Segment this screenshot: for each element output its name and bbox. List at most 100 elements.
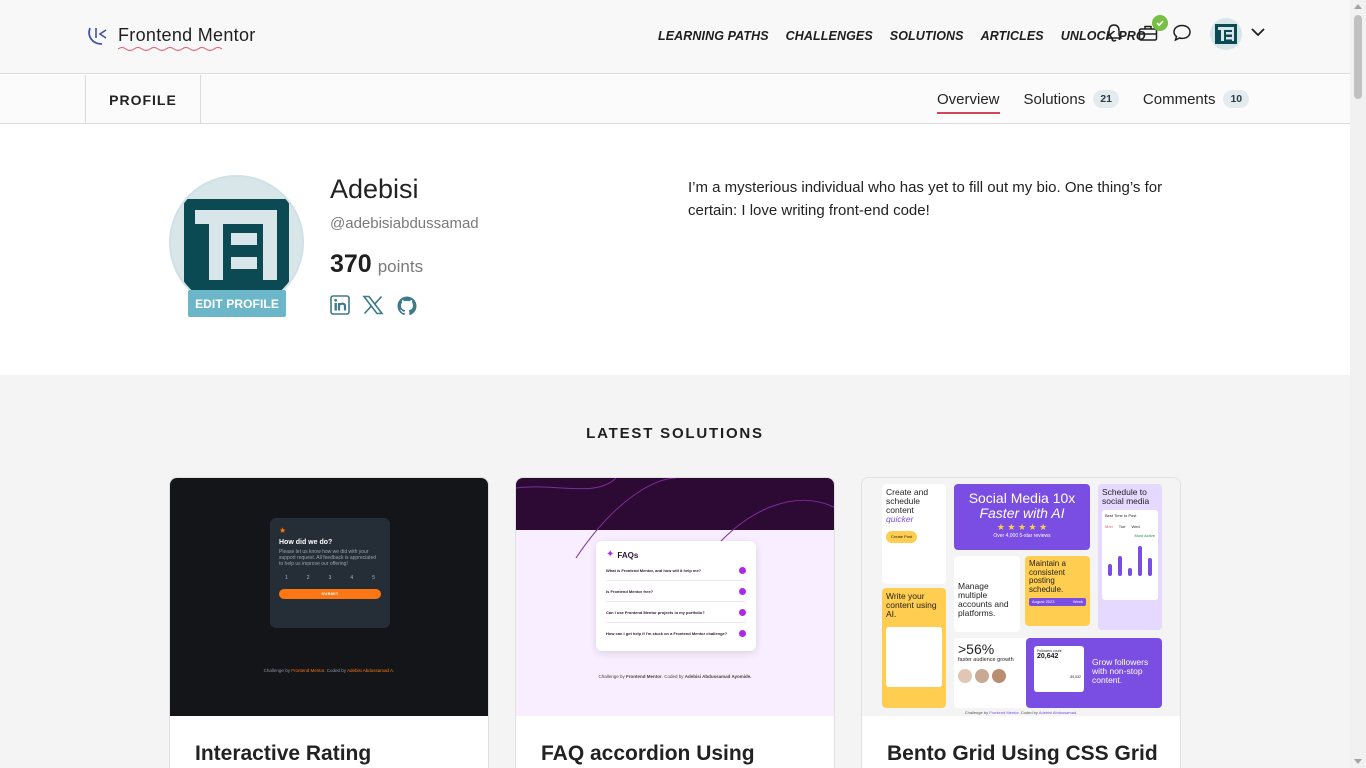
bento-schedule-cell: Schedule to social media Best Time to Po… bbox=[1098, 484, 1162, 630]
scroll-up-icon[interactable] bbox=[1354, 4, 1362, 9]
rating-preview-text: Please let us know how we did with your … bbox=[279, 549, 377, 567]
bento-hero-cell: Social Media 10x Faster with AI ★ ★ ★ ★ … bbox=[954, 484, 1090, 550]
nav-articles[interactable]: ARTICLES bbox=[981, 29, 1044, 43]
card-thumbnail: Create and schedule content quicker Crea… bbox=[862, 478, 1180, 716]
bento-best-time: Best Time to Post bbox=[1105, 513, 1137, 518]
plus-icon bbox=[739, 567, 746, 574]
avatar[interactable] bbox=[1210, 18, 1242, 50]
rating-number: 4 bbox=[350, 575, 354, 581]
plus-icon bbox=[739, 609, 746, 616]
nav-solutions[interactable]: SOLUTIONS bbox=[890, 29, 964, 43]
comments-count-badge: 10 bbox=[1223, 90, 1250, 108]
top-navbar: Frontend Mentor LEARNING PATHS CHALLENGE… bbox=[0, 0, 1350, 74]
credit-brand: Frontend Mentor bbox=[989, 710, 1019, 715]
chevron-down-icon[interactable] bbox=[1251, 27, 1265, 37]
main-nav: LEARNING PATHS CHALLENGES SOLUTIONS ARTI… bbox=[658, 29, 1146, 43]
avatar bbox=[992, 669, 1006, 683]
credit-author: Adebisi Abdussamad Ayomide. bbox=[684, 674, 752, 679]
logo[interactable]: Frontend Mentor bbox=[86, 22, 256, 51]
bento-write-preview bbox=[886, 627, 942, 687]
bento-write-text: Write your content using AI. bbox=[886, 591, 937, 619]
avatar bbox=[958, 669, 972, 683]
card-title[interactable]: Interactive Rating bbox=[195, 742, 371, 766]
faq-credit: Challenge by Frontend Mentor. Coded by A… bbox=[516, 674, 834, 679]
bento-credit: Challenge by Frontend Mentor. Coded by A… bbox=[862, 710, 1180, 715]
profile-subnav: PROFILE Overview Solutions 21 Comments 1… bbox=[0, 75, 1350, 124]
avatar bbox=[975, 669, 989, 683]
rating-number: 5 bbox=[372, 575, 375, 581]
bento-calendar-bar: August 2023 Week bbox=[1029, 598, 1086, 606]
latest-solutions-section: LATEST SOLUTIONS ★ How did we do? Please… bbox=[0, 375, 1350, 768]
bento-calendar-month: August 2023 bbox=[1032, 599, 1055, 604]
solution-card-bento[interactable]: Create and schedule content quicker Crea… bbox=[861, 477, 1181, 768]
nav-learning-paths[interactable]: LEARNING PATHS bbox=[658, 29, 769, 43]
bento-create-cell: Create and schedule content quicker Crea… bbox=[882, 484, 946, 584]
star-icon: ★ bbox=[279, 526, 287, 535]
github-icon[interactable] bbox=[396, 295, 418, 322]
faq-preview-header: ✦ FAQs bbox=[606, 550, 746, 560]
subnav-tabs: Overview Solutions 21 Comments 10 bbox=[937, 90, 1273, 114]
tab-comments[interactable]: Comments 10 bbox=[1142, 90, 1250, 108]
card-title[interactable]: FAQ accordion Using bbox=[541, 742, 755, 766]
credit-prefix: Challenge by bbox=[964, 710, 989, 715]
x-icon[interactable] bbox=[362, 295, 384, 322]
bento-hero-line2: Faster with AI bbox=[979, 505, 1065, 521]
card-title[interactable]: Bento Grid Using CSS Grid bbox=[887, 742, 1158, 766]
avatar-logo-icon bbox=[1215, 24, 1237, 44]
solution-card-rating[interactable]: ★ How did we do? Please let us know how … bbox=[169, 477, 489, 768]
credit-author: Adebisi Abdussamad A. bbox=[347, 668, 395, 673]
credit-mid: . Coded by bbox=[324, 668, 347, 673]
scroll-thumb[interactable] bbox=[1354, 15, 1362, 99]
solutions-count-badge: 21 bbox=[1093, 90, 1119, 108]
solution-card-faq[interactable]: ✦ FAQs What is Frontend Mentor, and how … bbox=[515, 477, 835, 768]
briefcase-icon[interactable] bbox=[1137, 15, 1168, 44]
social-links bbox=[330, 295, 418, 322]
faq-question: Can I use Frontend Mentor projects in my… bbox=[606, 609, 746, 623]
credit-brand: Frontend Mentor bbox=[626, 674, 662, 679]
tab-comments-label: Comments bbox=[1142, 90, 1216, 108]
bento-manage-text: Manage multiple accounts and platforms. bbox=[958, 581, 1009, 618]
tab-solutions[interactable]: Solutions 21 bbox=[1024, 90, 1119, 108]
bento-bars-icon bbox=[1108, 546, 1152, 576]
chat-icon[interactable] bbox=[1171, 22, 1193, 44]
bento-day: Mon bbox=[1105, 524, 1113, 529]
tab-solutions-label: Solutions bbox=[1023, 90, 1086, 108]
rating-number: 2 bbox=[306, 575, 310, 581]
edit-profile-button[interactable]: EDIT PROFILE bbox=[188, 290, 286, 317]
plus-icon bbox=[739, 588, 746, 595]
bento-manage-spacer bbox=[958, 560, 1016, 582]
bento-maintain-text: Maintain a consistent posting schedule. bbox=[1029, 559, 1066, 594]
credit-prefix: Challenge by bbox=[263, 668, 290, 673]
bento-hero-reviews: Over 4,000 5-star reviews bbox=[993, 533, 1051, 539]
scroll-down-icon[interactable] bbox=[1354, 759, 1362, 764]
logo-text: Frontend Mentor bbox=[118, 24, 256, 45]
credit-mid: . Coded by bbox=[1018, 710, 1038, 715]
faq-question-text: What is Frontend Mentor, and how will it… bbox=[606, 568, 702, 573]
faq-preview: ✦ FAQs What is Frontend Mentor, and how … bbox=[596, 541, 756, 651]
bento-hero-line1: Social Media 10x bbox=[968, 490, 1076, 506]
rating-submit-preview: SUBMIT bbox=[279, 589, 381, 599]
profile-bio: I’m a mysterious individual who has yet … bbox=[688, 179, 1163, 219]
rating-numbers: 1 2 3 4 5 bbox=[279, 575, 381, 581]
scrollbar[interactable] bbox=[1350, 0, 1366, 768]
bento-days: Mon Tue Wed bbox=[1105, 524, 1155, 529]
latest-solutions-heading: LATEST SOLUTIONS bbox=[586, 425, 764, 442]
rating-preview-heading: How did we do? bbox=[279, 539, 333, 546]
nav-icons bbox=[1103, 15, 1193, 44]
nav-challenges[interactable]: CHALLENGES bbox=[786, 29, 873, 43]
logo-squiggle-icon bbox=[118, 47, 223, 51]
rating-number: 3 bbox=[328, 575, 332, 581]
credit-author: Adebisi Abdussamad. bbox=[1038, 710, 1078, 715]
bento-day: Wed bbox=[1131, 524, 1140, 529]
rating-number: 1 bbox=[285, 575, 288, 581]
logo-icon bbox=[88, 27, 107, 45]
profile-tab[interactable]: PROFILE bbox=[85, 75, 201, 124]
faq-question: How can I get help if I'm stuck on a Fro… bbox=[606, 630, 746, 643]
profile-section: EDIT PROFILE Adebisi @adebisiabdussamad … bbox=[0, 124, 1350, 375]
linkedin-icon[interactable] bbox=[330, 295, 350, 322]
card-thumbnail: ★ How did we do? Please let us know how … bbox=[170, 478, 488, 716]
bell-icon[interactable] bbox=[1103, 22, 1125, 44]
bento-manage-cell: Manage multiple accounts and platforms. bbox=[954, 556, 1020, 632]
bento-day: Tue bbox=[1118, 524, 1126, 529]
tab-overview[interactable]: Overview bbox=[937, 91, 1000, 114]
